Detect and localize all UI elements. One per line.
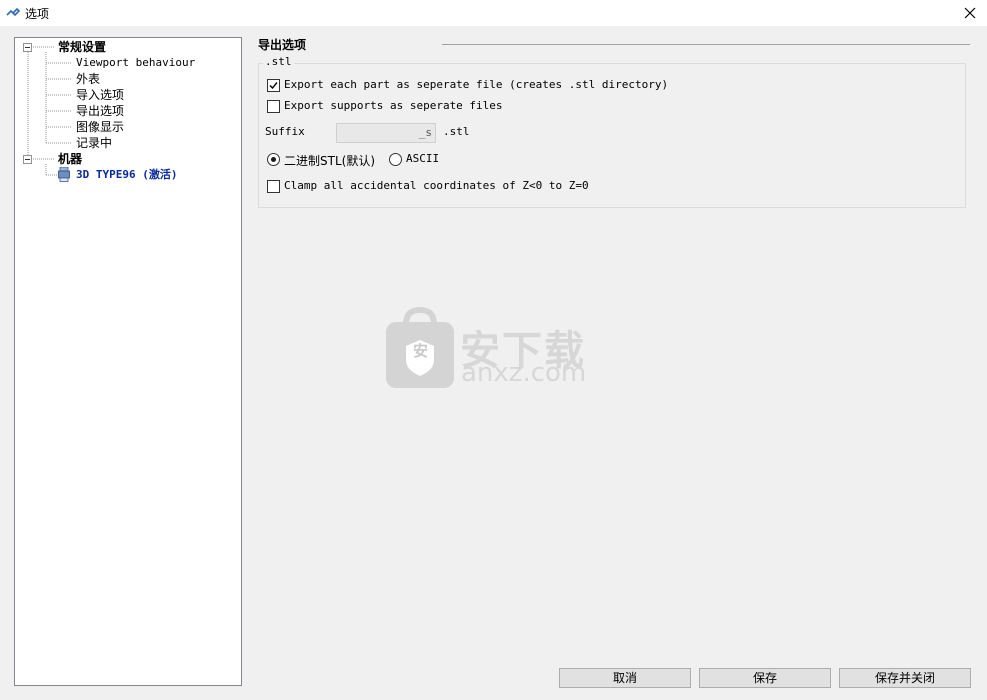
section-divider (442, 44, 970, 45)
save-button[interactable]: 保存 (699, 668, 831, 688)
tree-item-logging[interactable]: 记录中 (76, 135, 112, 151)
suffix-label: Suffix (265, 125, 305, 138)
binary-stl-label: 二进制STL(默认) (284, 154, 375, 168)
clamp-z-checkbox[interactable] (267, 180, 280, 193)
tree-item-image-display[interactable]: 图像显示 (76, 119, 124, 135)
window-title: 选项 (25, 7, 50, 21)
title-bar: 选项 (0, 0, 987, 26)
tree-item-import[interactable]: 导入选项 (76, 87, 124, 103)
options-tree[interactable]: 常规设置 Viewport behaviour 外表 导入选项 导出选项 图像显… (14, 37, 242, 686)
export-supports-label: Export supports as seperate files (284, 99, 503, 112)
suffix-extension: .stl (443, 125, 470, 138)
expander-general[interactable] (23, 43, 32, 52)
watermark-text-en: anxz.com (461, 358, 587, 388)
stl-groupbox-label: .stl (263, 55, 294, 68)
expander-machine[interactable] (23, 155, 32, 164)
tree-item-viewport[interactable]: Viewport behaviour (76, 55, 195, 71)
export-supports-checkbox[interactable] (267, 100, 280, 113)
export-each-part-label: Export each part as seperate file (creat… (284, 78, 669, 91)
ascii-label: ASCII (406, 152, 440, 165)
printer-icon (58, 167, 70, 182)
suffix-input[interactable]: _s (336, 123, 436, 143)
tree-item-machine-type96[interactable]: 3D TYPE96 (激活) (76, 167, 177, 183)
export-each-part-checkbox[interactable] (267, 79, 280, 92)
radio-selected-dot (271, 157, 276, 162)
tree-group-general[interactable]: 常规设置 (58, 39, 106, 55)
close-icon (964, 7, 976, 19)
tree-group-machine[interactable]: 机器 (58, 151, 82, 167)
cancel-button[interactable]: 取消 (559, 668, 691, 688)
save-close-button[interactable]: 保存并关闭 (839, 668, 971, 688)
link-icon (6, 7, 21, 17)
tree-item-appearance[interactable]: 外表 (76, 71, 100, 87)
binary-stl-radio[interactable] (267, 153, 280, 166)
watermark-shield-char: 安 (413, 342, 429, 360)
clamp-z-label: Clamp all accidental coordinates of Z<0 … (284, 179, 589, 192)
section-title: 导出选项 (258, 38, 307, 52)
close-button[interactable] (953, 0, 987, 26)
tree-item-export[interactable]: 导出选项 (76, 103, 124, 119)
ascii-radio[interactable] (389, 153, 402, 166)
check-icon (269, 82, 278, 90)
